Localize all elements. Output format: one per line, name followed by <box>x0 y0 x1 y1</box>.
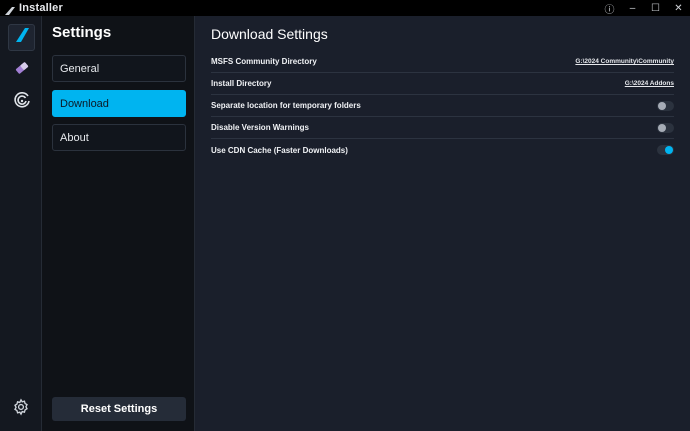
setting-label: Separate location for temporary folders <box>211 101 361 110</box>
install-directory-link[interactable]: G:\2024 Addons <box>625 80 674 87</box>
setting-label: Use CDN Cache (Faster Downloads) <box>211 145 348 155</box>
target-logo-icon <box>13 92 31 115</box>
community-directory-link[interactable]: G:\2024 Community\Community <box>575 58 674 65</box>
setting-row-version-warnings: Disable Version Warnings <box>211 117 674 139</box>
rail-item-flybywire[interactable] <box>8 24 35 51</box>
nav-item-download[interactable]: Download <box>52 90 186 117</box>
settings-sidebar: Settings General Download About Reset Se… <box>42 16 195 431</box>
settings-panel: Download Settings MSFS Community Directo… <box>195 16 690 431</box>
version-warnings-toggle[interactable] <box>657 122 674 133</box>
nav-item-about[interactable]: About <box>52 124 186 151</box>
minimize-button[interactable]: – <box>621 0 644 16</box>
app-logo-icon <box>4 3 16 15</box>
sidebar-title: Settings <box>52 24 112 41</box>
flybywire-logo-icon <box>14 27 30 48</box>
setting-label: Install Directory <box>211 79 272 88</box>
setting-row-cdn-cache: Use CDN Cache (Faster Downloads) <box>211 139 674 161</box>
eraser-icon <box>13 59 31 82</box>
close-button[interactable]: ✕ <box>667 0 690 16</box>
toggle-knob <box>658 123 666 132</box>
nav-item-general[interactable]: General <box>52 55 186 82</box>
gear-icon[interactable] <box>12 398 30 416</box>
toggle-knob <box>665 146 673 154</box>
window-title: Installer <box>19 2 63 14</box>
rail-item-target[interactable] <box>8 90 35 117</box>
rail-item-eraser[interactable] <box>8 57 35 84</box>
setting-row-install-directory: Install Directory G:\2024 Addons <box>211 73 674 95</box>
maximize-button[interactable]: ☐ <box>644 0 667 16</box>
toggle-knob <box>658 101 666 110</box>
info-button[interactable]: ⓘ <box>598 0 621 16</box>
temp-folders-toggle[interactable] <box>657 100 674 111</box>
setting-label: Disable Version Warnings <box>211 123 309 132</box>
window-titlebar: Installer ⓘ – ☐ ✕ <box>0 0 690 16</box>
setting-row-community-directory: MSFS Community Directory G:\2024 Communi… <box>211 51 674 73</box>
setting-row-temp-folders: Separate location for temporary folders <box>211 95 674 117</box>
icon-rail <box>0 16 42 431</box>
cdn-cache-toggle[interactable] <box>657 145 674 155</box>
page-title: Download Settings <box>211 26 328 42</box>
reset-settings-button[interactable]: Reset Settings <box>52 397 186 421</box>
setting-label: MSFS Community Directory <box>211 57 317 66</box>
